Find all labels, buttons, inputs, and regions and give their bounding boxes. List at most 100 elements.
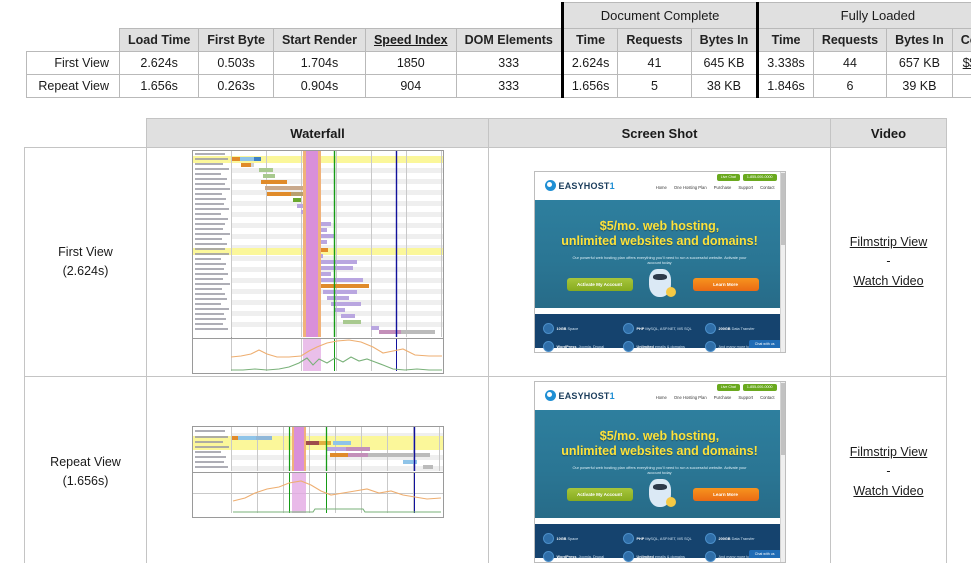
col-header-dom-elements: DOM Elements xyxy=(455,28,563,52)
logo-text: EASYHOST1 xyxy=(559,181,615,191)
waterfall-start-render-band xyxy=(302,151,321,337)
chat-with-us-button-repeat[interactable]: Chat with us xyxy=(748,550,781,558)
webpagetest-result-page: Document Complete Fully Loaded Load Time… xyxy=(0,0,971,563)
page-scrollbar[interactable] xyxy=(779,172,785,352)
screenshot-thumbnail-first-view[interactable]: Live Chat 1-855-000-0000 Home One Hostin… xyxy=(533,171,786,353)
hero-heading-line2: unlimited websites and domains! xyxy=(561,234,758,249)
mascot-badge-icon-repeat xyxy=(665,497,676,507)
filmstrip-view-link-first[interactable]: Filmstrip View xyxy=(831,233,946,252)
summary-corner-blank xyxy=(27,3,120,29)
cell-first-full-bytes-in: 657 KB xyxy=(886,51,953,75)
detail-header-waterfall: Waterfall xyxy=(146,118,489,148)
live-chat-badge[interactable]: Live Chat xyxy=(716,174,740,181)
feature-icon-wordpress-repeat xyxy=(542,551,554,562)
site-logo[interactable]: EASYHOST1 xyxy=(538,178,621,193)
filmstrip-view-link-repeat[interactable]: Filmstrip View xyxy=(831,443,946,462)
detail-row-first-view: First View (2.624s) Live Chat 1-855-000-… xyxy=(24,147,947,377)
nav-item-contact[interactable]: Contact xyxy=(760,185,774,190)
site-contact-badges-repeat: Live Chat 1-855-000-0000 xyxy=(716,384,777,391)
cost-link[interactable]: $$--- xyxy=(963,56,971,70)
waterfall-cpu-bandwidth-lines xyxy=(230,339,442,371)
feature-1-bold: PHP xyxy=(636,326,645,331)
feature-icon-space xyxy=(542,323,554,334)
brand-suffix: 1 xyxy=(609,180,615,191)
waterfall-thumbnail-repeat-view[interactable] xyxy=(191,426,444,518)
cell-first-load-time: 2.624s xyxy=(118,51,200,75)
repeat-view-time: (1.656s) xyxy=(62,474,109,488)
site-nav: Home One Hosting Plan Purchase Support C… xyxy=(656,185,775,190)
col-header-doc-requests: Requests xyxy=(617,28,692,52)
nav-item-purchase-repeat[interactable]: Purchase xyxy=(714,395,732,400)
feature-4-rest-repeat: emails & domains xyxy=(654,554,685,559)
feature-icon-php-repeat xyxy=(622,533,634,544)
feature-2-bold: 200GB xyxy=(718,326,731,331)
group-header-document-complete: Document Complete xyxy=(560,2,759,29)
waterfall-cell-first-view[interactable] xyxy=(146,147,489,377)
feature-icon-tools-repeat xyxy=(704,551,716,562)
hero-subtext: Our powerful web hosting plan offers eve… xyxy=(572,254,747,265)
page-scrollbar-repeat[interactable] xyxy=(779,382,785,562)
site-contact-badges: Live Chat 1-855-000-0000 xyxy=(716,174,777,181)
cell-first-cost[interactable]: $$--- xyxy=(951,51,971,75)
cta-activate-account-button-repeat[interactable]: Activate My Account xyxy=(566,488,633,501)
detail-header-screenshot: Screen Shot xyxy=(488,118,831,148)
col-header-doc-bytes-in: Bytes In xyxy=(690,28,759,52)
brand-name-repeat: EASYHOST xyxy=(558,390,610,401)
feature-3-rest-repeat: , Joomla, Drupal xyxy=(576,554,605,559)
feature-4-bold-repeat: Unlimited xyxy=(636,554,654,559)
feature-icon-email xyxy=(622,341,634,352)
group-header-fully-loaded: Fully Loaded xyxy=(756,2,971,29)
detail-label-repeat-view: Repeat View (1.656s) xyxy=(24,376,147,563)
nav-item-purchase[interactable]: Purchase xyxy=(714,185,732,190)
nav-item-one-hosting-plan-repeat[interactable]: One Hosting Plan xyxy=(674,395,707,400)
hero-heading-line1: $5/mo. web hosting, xyxy=(599,219,720,233)
nav-item-home-repeat[interactable]: Home xyxy=(656,395,667,400)
nav-item-contact-repeat[interactable]: Contact xyxy=(760,395,774,400)
cell-repeat-doc-requests: 5 xyxy=(617,74,692,98)
screenshot-thumbnail-repeat-view[interactable]: Live Chat 1-855-000-0000 Home One Hostin… xyxy=(533,381,786,563)
speed-index-link[interactable]: Speed Index xyxy=(374,33,448,47)
mascot-badge-icon xyxy=(665,287,676,297)
site-logo-repeat[interactable]: EASYHOST1 xyxy=(538,388,621,403)
nav-item-home[interactable]: Home xyxy=(656,185,667,190)
summary-rowlabel-header-blank xyxy=(27,29,120,52)
row-label-first-view: First View xyxy=(26,51,120,75)
feature-item-1: PHP MySQL, ASP.NET, MS SQL xyxy=(622,323,692,334)
nav-item-one-hosting-plan[interactable]: One Hosting Plan xyxy=(674,185,707,190)
cell-repeat-doc-time: 1.656s xyxy=(560,74,619,98)
watch-video-link-first[interactable]: Watch Video xyxy=(831,272,946,291)
nav-item-support-repeat[interactable]: Support xyxy=(738,395,753,400)
live-chat-badge-repeat[interactable]: Live Chat xyxy=(716,384,740,391)
mascot-eyes xyxy=(652,274,667,280)
feature-icon-tools xyxy=(704,341,716,352)
phone-badge-repeat[interactable]: 1-855-000-0000 xyxy=(742,384,777,391)
screenshot-cell-repeat-view[interactable]: Live Chat 1-855-000-0000 Home One Hostin… xyxy=(488,376,831,563)
site-features-panel: 10GB Space PHP MySQL, ASP.NET, MS SQL 20… xyxy=(534,314,785,352)
watch-video-link-repeat[interactable]: Watch Video xyxy=(831,482,946,501)
summary-row-first-view: First View 2.624s 0.503s 1.704s 1850 333… xyxy=(26,51,971,75)
cell-repeat-start-render: 0.904s xyxy=(272,74,366,98)
cell-repeat-full-time: 1.846s xyxy=(756,74,814,98)
first-view-name: First View xyxy=(58,244,113,259)
detail-header-row: Waterfall Screen Shot Video xyxy=(25,118,947,148)
cta-learn-more-button[interactable]: Learn More xyxy=(692,278,759,291)
feature-item-2: 200GB Data Transfer xyxy=(704,323,755,334)
screenshot-cell-first-view[interactable]: Live Chat 1-855-000-0000 Home One Hostin… xyxy=(488,147,831,377)
nav-item-support[interactable]: Support xyxy=(738,185,753,190)
waterfall-chart-svg-repeat xyxy=(192,427,443,516)
feature-0-rest-repeat: Space xyxy=(567,536,579,541)
waterfall-cell-repeat-view[interactable] xyxy=(146,376,489,563)
summary-group-header-row: Document Complete Fully Loaded xyxy=(27,2,971,29)
col-header-speed-index[interactable]: Speed Index xyxy=(364,28,457,52)
chat-with-us-button[interactable]: Chat with us xyxy=(748,340,781,348)
detail-label-first-view: First View (2.624s) xyxy=(24,147,147,377)
feature-item-2-repeat: 200GB Data Transfer xyxy=(704,533,755,544)
feature-2-bold-repeat: 200GB xyxy=(718,536,731,541)
feature-4-rest: emails & domains xyxy=(654,344,685,349)
feature-item-4-repeat: Unlimited emails & domains xyxy=(622,551,685,562)
phone-badge[interactable]: 1-855-000-0000 xyxy=(742,174,777,181)
video-cell-repeat-view: Filmstrip View - Watch Video xyxy=(830,376,947,563)
waterfall-thumbnail-first-view[interactable] xyxy=(191,150,444,374)
cta-learn-more-button-repeat[interactable]: Learn More xyxy=(692,488,759,501)
cta-activate-account-button[interactable]: Activate My Account xyxy=(566,278,633,291)
